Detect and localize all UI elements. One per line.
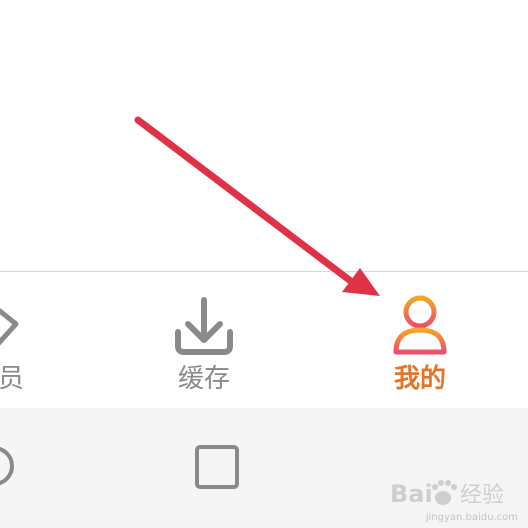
baidu-logo: Bai 经验 — [390, 480, 504, 508]
svg-text:Bai: Bai — [390, 480, 433, 508]
tab-label-mine: 我的 — [393, 364, 446, 394]
recents-square-icon[interactable] — [194, 444, 240, 490]
svg-text:经验: 经验 — [460, 483, 504, 508]
baidu-watermark: Bai 经验 jingyan.baidu.com — [368, 472, 518, 526]
app-screen: 员 缓存 我的 Bai 经验 jingyan.baidu.com — [0, 0, 528, 528]
vip-diamond-icon — [0, 307, 19, 346]
watermark-url: jingyan.baidu.com — [425, 512, 518, 523]
tabbar-divider — [0, 271, 528, 272]
tab-mine[interactable]: 我的 — [360, 288, 480, 408]
tab-vip[interactable]: 员 — [0, 288, 48, 408]
tab-label-vip: 员 — [0, 364, 24, 394]
tab-label-cache: 缓存 — [177, 364, 230, 394]
home-circle-icon[interactable] — [0, 444, 16, 488]
profile-icon — [393, 295, 447, 355]
tab-cache[interactable]: 缓存 — [144, 288, 264, 408]
download-icon — [175, 297, 233, 355]
